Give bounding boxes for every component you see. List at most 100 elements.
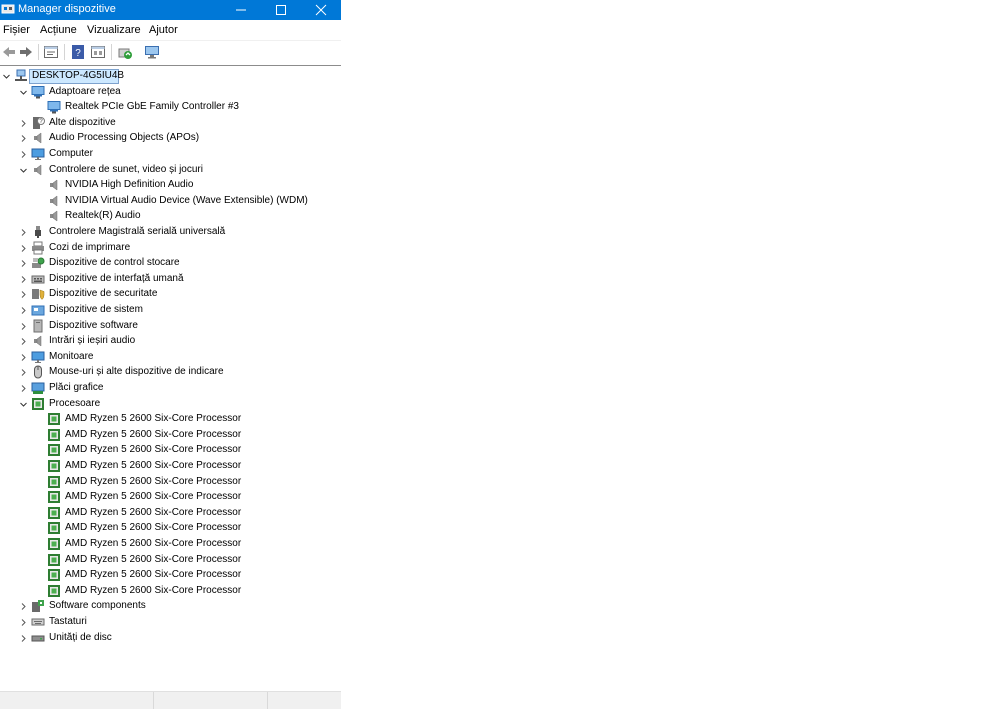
menu-file[interactable]: Fișier (3, 24, 30, 36)
tree-device[interactable]: AMD Ryzen 5 2600 Six-Core Processor (0, 443, 341, 458)
chevron-right-icon[interactable] (19, 337, 28, 346)
tree-item-label: AMD Ryzen 5 2600 Six-Core Processor (65, 506, 242, 518)
chevron-right-icon[interactable] (19, 275, 28, 284)
processor-icon (31, 397, 45, 411)
tree-category-controlere-de-sunet-video-i-jocuri[interactable]: Controlere de sunet, video și jocuri (0, 163, 341, 178)
tree-category-intr-ri-i-ie-iri-audio[interactable]: Intrări și ieșiri audio (0, 334, 341, 349)
tree-category-procesoare[interactable]: Procesoare (0, 397, 341, 412)
title-bar[interactable]: Manager dispozitive (0, 0, 341, 20)
update-driver-button[interactable] (116, 43, 134, 61)
forward-button[interactable] (17, 43, 35, 61)
chevron-right-icon[interactable] (19, 353, 28, 362)
chevron-right-icon[interactable] (19, 134, 28, 143)
tree-category-software-components[interactable]: Software components (0, 599, 341, 614)
chevron-down-icon[interactable] (19, 88, 28, 97)
tree-device[interactable]: AMD Ryzen 5 2600 Six-Core Processor (0, 475, 341, 490)
tree-item-label: AMD Ryzen 5 2600 Six-Core Processor (65, 413, 242, 425)
tree-device[interactable]: AMD Ryzen 5 2600 Six-Core Processor (0, 490, 341, 505)
chevron-right-icon[interactable] (19, 150, 28, 159)
system-device-icon (31, 303, 45, 317)
tree-device[interactable]: Realtek(R) Audio (0, 209, 341, 224)
chevron-right-icon[interactable] (19, 259, 28, 268)
tree-device[interactable]: NVIDIA High Definition Audio (0, 178, 341, 193)
tree-category-monitoare[interactable]: Monitoare (0, 350, 341, 365)
tree-item-label: Realtek PCIe GbE Family Controller #3 (65, 101, 239, 113)
chevron-right-icon[interactable] (19, 602, 28, 611)
menu-action[interactable]: Acțiune (40, 24, 77, 36)
maximize-button[interactable] (261, 0, 301, 20)
tree-device[interactable]: Realtek PCIe GbE Family Controller #3 (0, 100, 341, 115)
chevron-down-icon[interactable] (19, 400, 28, 409)
chevron-right-icon[interactable] (19, 290, 28, 299)
svg-text:?: ? (75, 48, 81, 59)
mouse-icon (31, 365, 45, 379)
tree-category-dispozitive-de-control-stocare[interactable]: Dispozitive de control stocare (0, 256, 341, 271)
tree-device[interactable]: AMD Ryzen 5 2600 Six-Core Processor (0, 553, 341, 568)
toolbar: ? (0, 41, 341, 63)
tree-category-pl-ci-grafice[interactable]: Plăci grafice (0, 381, 341, 396)
tree-device[interactable]: AMD Ryzen 5 2600 Six-Core Processor (0, 412, 341, 427)
device-tree[interactable]: DESKTOP-4G5IU4B Adaptoare rețea Realtek PC… (0, 65, 341, 692)
tree-category-dispozitive-de-sistem[interactable]: Dispozitive de sistem (0, 303, 341, 318)
chevron-right-icon[interactable] (19, 119, 28, 128)
tree-category-audio-processing-objects-apos[interactable]: Audio Processing Objects (APOs) (0, 131, 341, 146)
chevron-right-icon[interactable] (19, 618, 28, 627)
tree-category-adaptoare-re-ea[interactable]: Adaptoare rețea (0, 85, 341, 100)
properties-button[interactable] (42, 43, 60, 61)
tree-category-controlere-magistral-serial-universal[interactable]: Controlere Magistrală serială universală (0, 225, 341, 240)
tree-category-dispozitive-de-securitate[interactable]: Dispozitive de securitate (0, 287, 341, 302)
speaker-icon (47, 209, 61, 223)
chevron-right-icon[interactable] (19, 228, 28, 237)
tree-item-label: AMD Ryzen 5 2600 Six-Core Processor (65, 584, 242, 596)
tree-device[interactable]: AMD Ryzen 5 2600 Six-Core Processor (0, 584, 341, 599)
menu-view[interactable]: Vizualizare (87, 24, 141, 36)
tree-category-alte-dispozitive[interactable]: ? Alte dispozitive (0, 116, 341, 131)
tree-item-label: AMD Ryzen 5 2600 Six-Core Processor (65, 491, 242, 503)
chevron-right-icon[interactable] (19, 634, 28, 643)
tree-category-unit-i-de-disc[interactable]: Unități de disc (0, 631, 341, 646)
tree-device[interactable]: AMD Ryzen 5 2600 Six-Core Processor (0, 537, 341, 552)
tree-device[interactable]: AMD Ryzen 5 2600 Six-Core Processor (0, 459, 341, 474)
minimize-button[interactable] (221, 0, 261, 20)
tree-category-cozi-de-imprimare[interactable]: Cozi de imprimare (0, 241, 341, 256)
tree-item-label: Controlere de sunet, video și jocuri (49, 163, 203, 175)
tree-device[interactable]: AMD Ryzen 5 2600 Six-Core Processor (0, 506, 341, 521)
processor-icon (47, 412, 61, 426)
toolbar-separator (64, 44, 65, 60)
tree-device[interactable]: AMD Ryzen 5 2600 Six-Core Processor (0, 428, 341, 443)
chevron-right-icon[interactable] (19, 306, 28, 315)
close-button[interactable] (301, 0, 341, 20)
tree-item-label: AMD Ryzen 5 2600 Six-Core Processor (65, 475, 242, 487)
scan-hardware-button[interactable] (143, 43, 161, 61)
tree-category-tastaturi[interactable]: Tastaturi (0, 615, 341, 630)
tree-item-label: Adaptoare rețea (49, 85, 121, 97)
help-button[interactable]: ? (69, 43, 87, 61)
tree-category-dispozitive-software[interactable]: Dispozitive software (0, 319, 341, 334)
tree-category-dispozitive-de-interfa-uman[interactable]: Dispozitive de interfață umană (0, 272, 341, 287)
chevron-right-icon[interactable] (19, 244, 28, 253)
storage-controller-icon (31, 256, 45, 270)
back-button[interactable] (0, 43, 18, 61)
chevron-down-icon[interactable] (19, 166, 28, 175)
speaker-icon (47, 178, 61, 192)
chevron-right-icon[interactable] (19, 368, 28, 377)
tree-category-computer[interactable]: Computer (0, 147, 341, 162)
tree-root[interactable]: DESKTOP-4G5IU4B (0, 69, 341, 84)
close-icon (315, 4, 327, 16)
tree-category-mouse-uri-i-alte-dispozitive-de-indicare[interactable]: Mouse-uri și alte dispozitive de indicar… (0, 365, 341, 380)
tree-item-label: Computer (49, 148, 93, 159)
tree-item-label: Dispozitive de interfață umană (49, 272, 184, 284)
chevron-right-icon[interactable] (19, 384, 28, 393)
software-component-icon (31, 599, 45, 613)
details-button[interactable] (89, 43, 107, 61)
disk-drive-icon (31, 631, 45, 645)
chevron-down-icon[interactable] (2, 72, 11, 81)
chevron-right-icon[interactable] (19, 322, 28, 331)
processor-icon (47, 568, 61, 582)
update-driver-icon (118, 48, 132, 59)
tree-device[interactable]: NVIDIA Virtual Audio Device (Wave Extens… (0, 194, 341, 209)
tree-item-label: NVIDIA High Definition Audio (65, 179, 194, 191)
tree-device[interactable]: AMD Ryzen 5 2600 Six-Core Processor (0, 568, 341, 583)
menu-help[interactable]: Ajutor (149, 24, 178, 36)
tree-device[interactable]: AMD Ryzen 5 2600 Six-Core Processor (0, 521, 341, 536)
